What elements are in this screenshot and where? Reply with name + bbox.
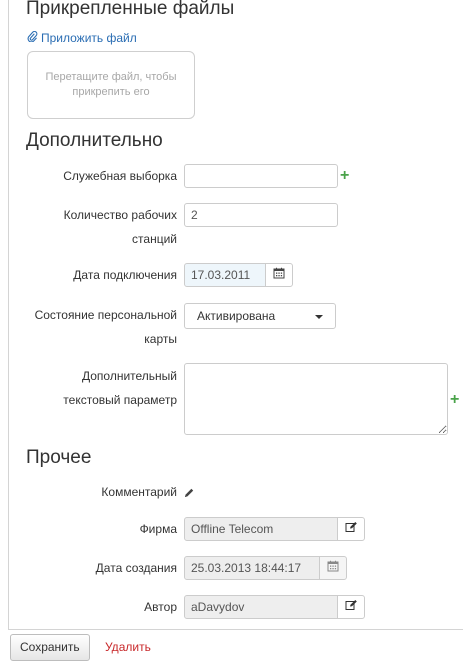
card-state-label-line1: Состояние персональной	[34, 308, 177, 322]
company-edit-button[interactable]	[337, 517, 365, 541]
connection-date-label: Дата подключения	[73, 268, 177, 282]
company-label: Фирма	[139, 522, 177, 536]
edit-comment-pencil-icon[interactable]	[183, 486, 195, 504]
attachments-title: Прикрепленные файлы	[26, 0, 235, 19]
created-date-label: Дата создания	[95, 561, 177, 575]
calendar-icon	[273, 266, 285, 284]
card-state-selected-value: Активирована	[197, 309, 276, 323]
file-dropzone[interactable]: Перетащите файл, чтобы прикрепить его	[27, 51, 195, 119]
extra-param-label-line2: текстовый параметр	[63, 393, 177, 407]
attach-file-link[interactable]: Приложить файл	[27, 31, 137, 45]
author-label: Автор	[144, 600, 177, 614]
card-state-select[interactable]: Активирована	[184, 303, 336, 329]
calendar-icon	[327, 559, 339, 577]
additional-title: Дополнительно	[26, 130, 163, 151]
service-selection-label: Служебная выборка	[63, 169, 177, 183]
chevron-down-icon	[315, 315, 323, 319]
workstations-input[interactable]: 2	[184, 203, 338, 227]
attach-file-label[interactable]: Приложить файл	[41, 31, 137, 45]
created-date-input: 25.03.2013 18:44:17	[184, 556, 320, 580]
author-input: aDavydov	[184, 595, 338, 619]
connection-date-input[interactable]: 17.03.2011	[184, 263, 266, 287]
connection-date-picker-button[interactable]	[265, 263, 293, 287]
paperclip-icon	[27, 31, 38, 45]
service-selection-input[interactable]	[184, 164, 338, 188]
delete-link[interactable]: Удалить	[105, 640, 151, 654]
save-button[interactable]: Сохранить	[10, 634, 90, 661]
edit-icon	[345, 598, 358, 616]
add-extra-param-plus-icon[interactable]: +	[450, 392, 459, 408]
created-date-picker-button	[319, 556, 347, 580]
edit-icon	[345, 520, 358, 538]
company-input: Offline Telecom	[184, 517, 338, 541]
other-title: Прочее	[26, 447, 92, 468]
workstations-label-line1: Количество рабочих	[63, 208, 177, 222]
extra-param-textarea[interactable]	[184, 363, 448, 435]
workstations-label-line2: станций	[132, 232, 177, 246]
author-edit-button[interactable]	[337, 595, 365, 619]
extra-param-label-line1: Дополнительный	[81, 369, 177, 383]
dropzone-text: Перетащите файл, чтобы прикрепить его	[45, 71, 177, 98]
card-state-label-line2: карты	[144, 332, 177, 346]
comment-label: Комментарий	[101, 485, 177, 499]
add-service-selection-plus-icon[interactable]: +	[340, 168, 349, 184]
